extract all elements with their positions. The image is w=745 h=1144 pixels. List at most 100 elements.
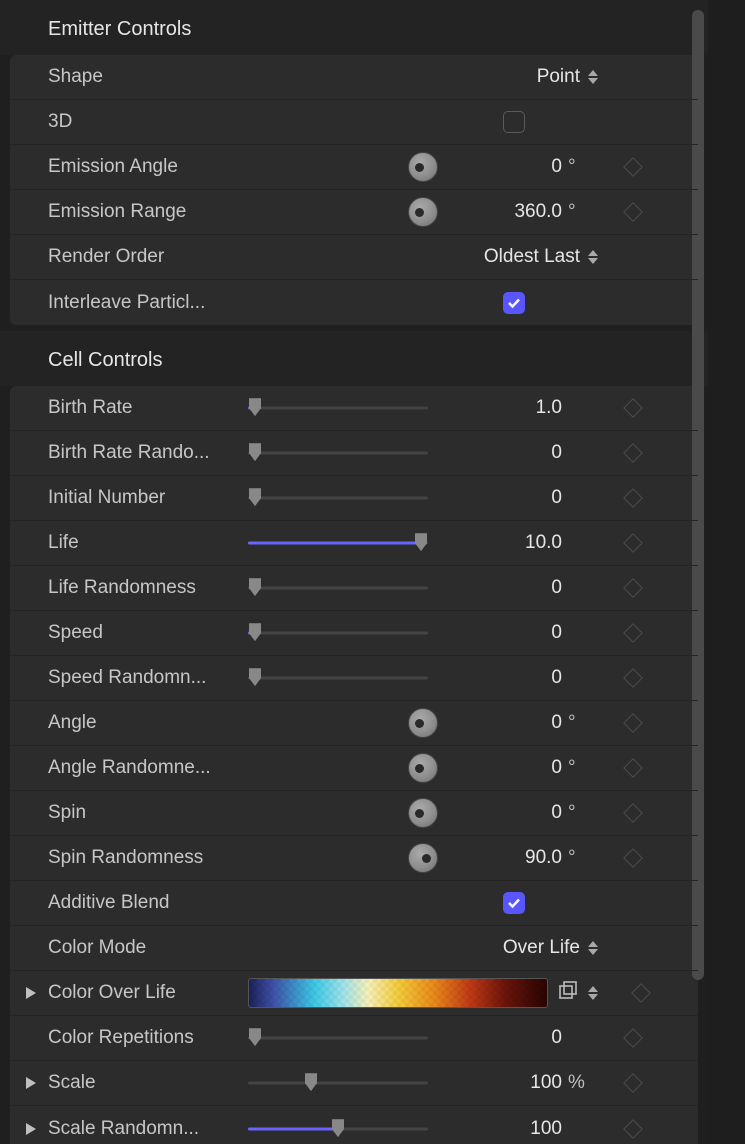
speed-randomness-value[interactable]: 0: [502, 667, 562, 689]
row-spin-randomness: Spin Randomness 90.0 °: [10, 836, 698, 881]
color-mode-dropdown[interactable]: Over Life: [503, 937, 598, 959]
label-birth-rate-randomness: Birth Rate Rando...: [48, 442, 248, 464]
row-life: Life 10.0: [10, 521, 698, 566]
spin-value[interactable]: 0: [502, 802, 562, 824]
row-angle-randomness: Angle Randomne... 0 °: [10, 746, 698, 791]
label-life-randomness: Life Randomness: [48, 577, 248, 599]
keyframe-icon[interactable]: [623, 848, 643, 868]
row-initial-number: Initial Number 0: [10, 476, 698, 521]
row-birth-rate: Birth Rate 1.0: [10, 386, 698, 431]
disclosure-triangle-icon[interactable]: [24, 986, 38, 1000]
life-value[interactable]: 10.0: [502, 532, 562, 554]
birth-rate-value[interactable]: 1.0: [502, 397, 562, 419]
birth-rate-random-slider[interactable]: [248, 443, 428, 463]
color-over-life-gradient[interactable]: [248, 978, 548, 1008]
scale-randomness-value[interactable]: 100: [502, 1118, 562, 1140]
spin-randomness-value[interactable]: 90.0: [502, 847, 562, 869]
keyframe-icon[interactable]: [631, 983, 651, 1003]
spin-randomness-dial[interactable]: [408, 843, 438, 873]
life-randomness-slider[interactable]: [248, 578, 428, 598]
disclosure-triangle-icon[interactable]: [24, 1122, 38, 1136]
birth-rate-random-value[interactable]: 0: [502, 442, 562, 464]
keyframe-icon[interactable]: [623, 713, 643, 733]
keyframe-icon[interactable]: [623, 623, 643, 643]
label-angle-randomness: Angle Randomne...: [48, 757, 248, 779]
additive-blend-checkbox[interactable]: [503, 892, 525, 914]
degree-unit: °: [568, 712, 590, 734]
row-color-mode: Color Mode Over Life: [10, 926, 698, 971]
label-spin-randomness: Spin Randomness: [48, 847, 248, 869]
initial-number-slider[interactable]: [248, 488, 428, 508]
initial-number-value[interactable]: 0: [502, 487, 562, 509]
label-life: Life: [48, 532, 248, 554]
row-color-over-life: Color Over Life: [10, 971, 698, 1016]
stepper-icon[interactable]: [588, 986, 598, 1000]
percent-unit: %: [568, 1072, 590, 1094]
label-emission-range: Emission Range: [48, 201, 248, 223]
keyframe-icon[interactable]: [623, 488, 643, 508]
angle-randomness-value[interactable]: 0: [502, 757, 562, 779]
scale-randomness-slider[interactable]: [248, 1119, 428, 1139]
color-repetitions-slider[interactable]: [248, 1028, 428, 1048]
stepper-icon: [588, 70, 598, 84]
3d-checkbox[interactable]: [503, 111, 525, 133]
row-angle: Angle 0 °: [10, 701, 698, 746]
degree-unit: °: [568, 757, 590, 779]
render-order-dropdown[interactable]: Oldest Last: [484, 246, 598, 268]
keyframe-icon[interactable]: [623, 202, 643, 222]
angle-randomness-dial[interactable]: [408, 753, 438, 783]
row-birth-rate-randomness: Birth Rate Rando... 0: [10, 431, 698, 476]
label-color-mode: Color Mode: [48, 937, 248, 959]
speed-slider[interactable]: [248, 623, 428, 643]
disclosure-triangle-icon[interactable]: [24, 1076, 38, 1090]
speed-value[interactable]: 0: [502, 622, 562, 644]
spin-dial[interactable]: [408, 798, 438, 828]
keyframe-icon[interactable]: [623, 398, 643, 418]
label-color-over-life: Color Over Life: [48, 982, 248, 1004]
gradient-preset-icon[interactable]: [558, 981, 578, 1006]
degree-unit: °: [568, 156, 590, 178]
keyframe-icon[interactable]: [623, 758, 643, 778]
row-interleave: Interleave Particl...: [10, 280, 698, 325]
shape-dropdown[interactable]: Point: [537, 66, 598, 88]
emission-angle-dial[interactable]: [408, 152, 438, 182]
emitter-controls-header: Emitter Controls: [0, 0, 708, 55]
emission-range-value[interactable]: 360.0: [502, 201, 562, 223]
life-randomness-value[interactable]: 0: [502, 577, 562, 599]
birth-rate-slider[interactable]: [248, 398, 428, 418]
keyframe-icon[interactable]: [623, 1119, 643, 1139]
keyframe-icon[interactable]: [623, 668, 643, 688]
label-birth-rate: Birth Rate: [48, 397, 248, 419]
keyframe-icon[interactable]: [623, 1028, 643, 1048]
cell-controls-header: Cell Controls: [0, 331, 708, 386]
row-additive-blend: Additive Blend: [10, 881, 698, 926]
row-3d: 3D: [10, 100, 698, 145]
speed-randomness-slider[interactable]: [248, 668, 428, 688]
keyframe-icon[interactable]: [623, 443, 643, 463]
emission-angle-value[interactable]: 0: [502, 156, 562, 178]
angle-dial[interactable]: [408, 708, 438, 738]
label-interleave: Interleave Particl...: [48, 292, 248, 314]
keyframe-icon[interactable]: [623, 803, 643, 823]
emission-range-dial[interactable]: [408, 197, 438, 227]
label-scale-randomness: Scale Randomn...: [48, 1118, 248, 1140]
label-angle: Angle: [48, 712, 248, 734]
row-scale: Scale 100%: [10, 1061, 698, 1106]
keyframe-icon[interactable]: [623, 157, 643, 177]
cell-controls-body: Birth Rate 1.0 Birth Rate Rando...: [10, 386, 698, 1144]
interleave-checkbox[interactable]: [503, 292, 525, 314]
label-speed-randomness: Speed Randomn...: [48, 667, 248, 689]
keyframe-icon[interactable]: [623, 578, 643, 598]
row-emission-angle: Emission Angle 0 °: [10, 145, 698, 190]
keyframe-icon[interactable]: [623, 1073, 643, 1093]
scale-slider[interactable]: [248, 1073, 428, 1093]
label-scale: Scale: [48, 1072, 248, 1094]
life-slider[interactable]: [248, 533, 428, 553]
keyframe-icon[interactable]: [623, 533, 643, 553]
stepper-icon: [588, 941, 598, 955]
degree-unit: °: [568, 847, 590, 869]
scale-value[interactable]: 100: [502, 1072, 562, 1094]
row-spin: Spin 0°: [10, 791, 698, 836]
angle-value[interactable]: 0: [502, 712, 562, 734]
color-repetitions-value[interactable]: 0: [502, 1027, 562, 1049]
